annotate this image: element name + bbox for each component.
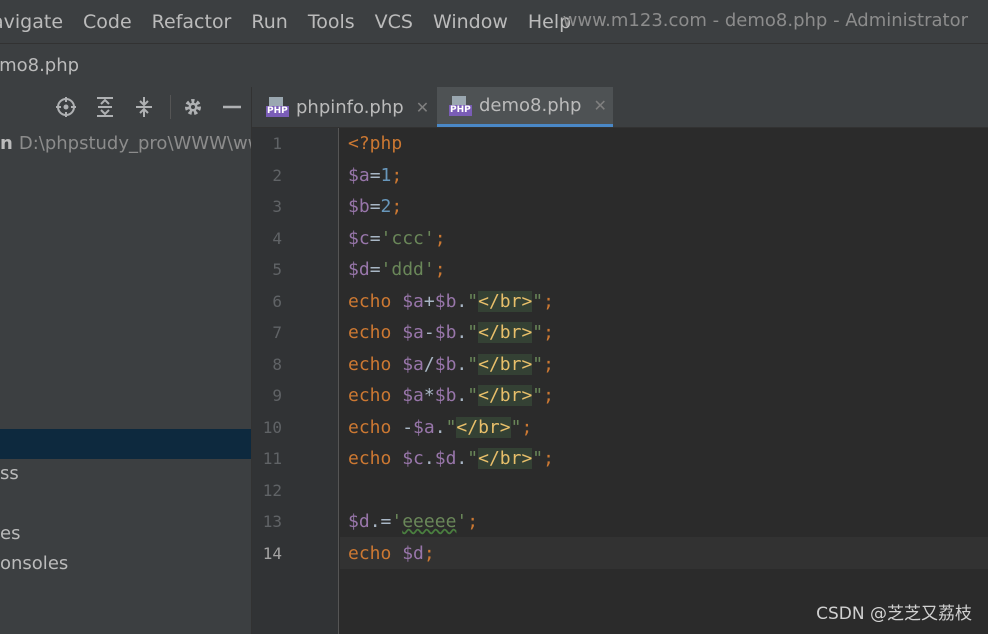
code-line: echo -$a."</br>"; bbox=[348, 417, 533, 438]
code-line: <?php bbox=[348, 133, 403, 154]
current-line-number: 14 bbox=[262, 544, 282, 563]
code-line: echo $d; bbox=[348, 543, 435, 564]
toolbar-divider bbox=[170, 95, 171, 119]
expand-all-icon[interactable] bbox=[93, 95, 117, 119]
menu-tools[interactable]: Tools bbox=[308, 11, 355, 33]
code-line: echo $a*$b."</br>"; bbox=[348, 385, 554, 406]
tab-label: phpinfo.php bbox=[296, 96, 404, 118]
line-number: 13 bbox=[262, 512, 282, 531]
tree-item-label: ss bbox=[0, 463, 19, 484]
close-icon[interactable]: ✕ bbox=[416, 98, 429, 117]
collapse-all-icon[interactable] bbox=[132, 95, 156, 119]
code-line: $d.='eeeee'; bbox=[348, 511, 479, 532]
line-number: 11 bbox=[262, 449, 282, 468]
line-number: 7 bbox=[272, 323, 282, 342]
project-root-row[interactable]: n D:\phpstudy_pro\WWW\ww bbox=[0, 129, 251, 159]
code-line: echo $a/$b."</br>"; bbox=[348, 354, 554, 375]
close-icon[interactable]: ✕ bbox=[593, 96, 606, 115]
line-number: 4 bbox=[272, 229, 282, 248]
tab-demo8[interactable]: PHP demo8.php ✕ bbox=[437, 87, 613, 127]
code-line: $d='ddd'; bbox=[348, 259, 446, 280]
menu-refactor[interactable]: Refactor bbox=[152, 11, 232, 33]
code-editor[interactable]: <?php $a=1; $b=2; $c='ccc'; $d='ddd'; ec… bbox=[340, 128, 988, 634]
line-number-gutter: 1 2 3 4 5 6 7 8 9 10 11 12 13 14 bbox=[252, 128, 339, 634]
code-line: $a=1; bbox=[348, 165, 403, 186]
editor-tabs: PHP phpinfo.php ✕ PHP demo8.php ✕ bbox=[252, 87, 988, 128]
line-number: 2 bbox=[272, 166, 282, 185]
line-number: 1 bbox=[272, 134, 282, 153]
editor-area: PHP phpinfo.php ✕ PHP demo8.php ✕ 1 2 3 … bbox=[252, 87, 988, 634]
tree-item-label: onsoles bbox=[0, 553, 69, 574]
window-title: www.m123.com - demo8.php - Administrator bbox=[562, 10, 968, 31]
selected-tree-row[interactable] bbox=[0, 429, 251, 459]
php-file-icon: PHP bbox=[266, 97, 289, 117]
breadcrumb: emo8.php bbox=[0, 43, 988, 88]
tree-item[interactable]: ss bbox=[0, 459, 251, 489]
menu-vcs[interactable]: VCS bbox=[375, 11, 413, 33]
php-file-icon: PHP bbox=[449, 95, 472, 116]
code-line: echo $a+$b."</br>"; bbox=[348, 291, 554, 312]
code-line: $c='ccc'; bbox=[348, 228, 446, 249]
code-line: $b=2; bbox=[348, 196, 403, 217]
project-panel: n D:\phpstudy_pro\WWW\ww ss es onsoles bbox=[0, 87, 252, 634]
menu-navigate[interactable]: avigate bbox=[0, 11, 63, 33]
menu-bar: avigate Code Refactor Run Tools VCS Wind… bbox=[0, 0, 988, 43]
line-number: 3 bbox=[272, 197, 282, 216]
line-number: 9 bbox=[272, 386, 282, 405]
line-number: 5 bbox=[272, 260, 282, 279]
tab-label: demo8.php bbox=[479, 95, 582, 116]
project-toolbar bbox=[0, 87, 251, 127]
project-root-name: n bbox=[0, 133, 13, 154]
breadcrumb-file[interactable]: emo8.php bbox=[0, 55, 79, 76]
menu-code[interactable]: Code bbox=[83, 11, 132, 33]
minimize-icon[interactable] bbox=[220, 95, 244, 119]
line-number: 8 bbox=[272, 355, 282, 374]
line-number: 12 bbox=[262, 481, 282, 500]
tree-item-label: es bbox=[0, 523, 21, 544]
tab-phpinfo[interactable]: PHP phpinfo.php ✕ bbox=[252, 87, 436, 127]
tree-item[interactable]: es bbox=[0, 519, 251, 549]
tree-item[interactable]: onsoles bbox=[0, 549, 251, 579]
menu-run[interactable]: Run bbox=[251, 11, 287, 33]
menu-window[interactable]: Window bbox=[433, 11, 508, 33]
project-root-path: D:\phpstudy_pro\WWW\ww bbox=[18, 133, 251, 154]
code-line: echo $a-$b."</br>"; bbox=[348, 322, 554, 343]
gear-icon[interactable] bbox=[181, 95, 205, 119]
line-number: 6 bbox=[272, 292, 282, 311]
code-line: echo $c.$d."</br>"; bbox=[348, 448, 554, 469]
line-number: 10 bbox=[262, 418, 282, 437]
locate-icon[interactable] bbox=[54, 95, 78, 119]
watermark: CSDN @芝芝又荔枝 bbox=[816, 604, 972, 624]
